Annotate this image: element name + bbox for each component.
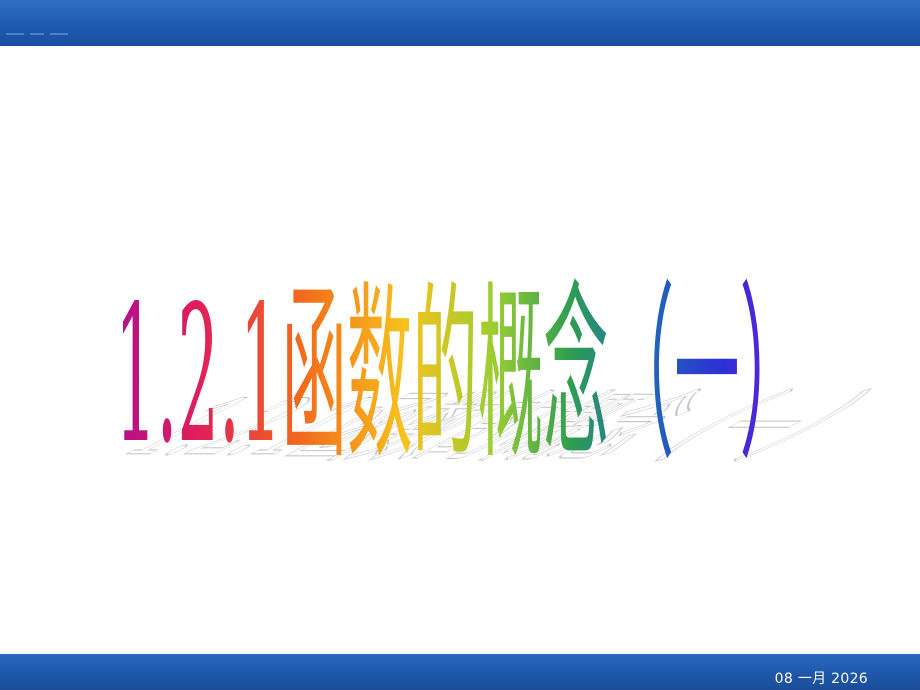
slide-title: 1.2.1函数的概念（一）: [115, 266, 805, 485]
title-area: 1.2.1函数的概念（一） 1.2.1函数的概念（一）: [0, 0, 920, 690]
wordart-title: 1.2.1函数的概念（一） 1.2.1函数的概念（一）: [82, 266, 920, 485]
slide: 1.2.1函数的概念（一） 1.2.1函数的概念（一） 08 一月 2026: [0, 0, 920, 690]
footer-date: 08 一月 2026: [774, 671, 868, 687]
